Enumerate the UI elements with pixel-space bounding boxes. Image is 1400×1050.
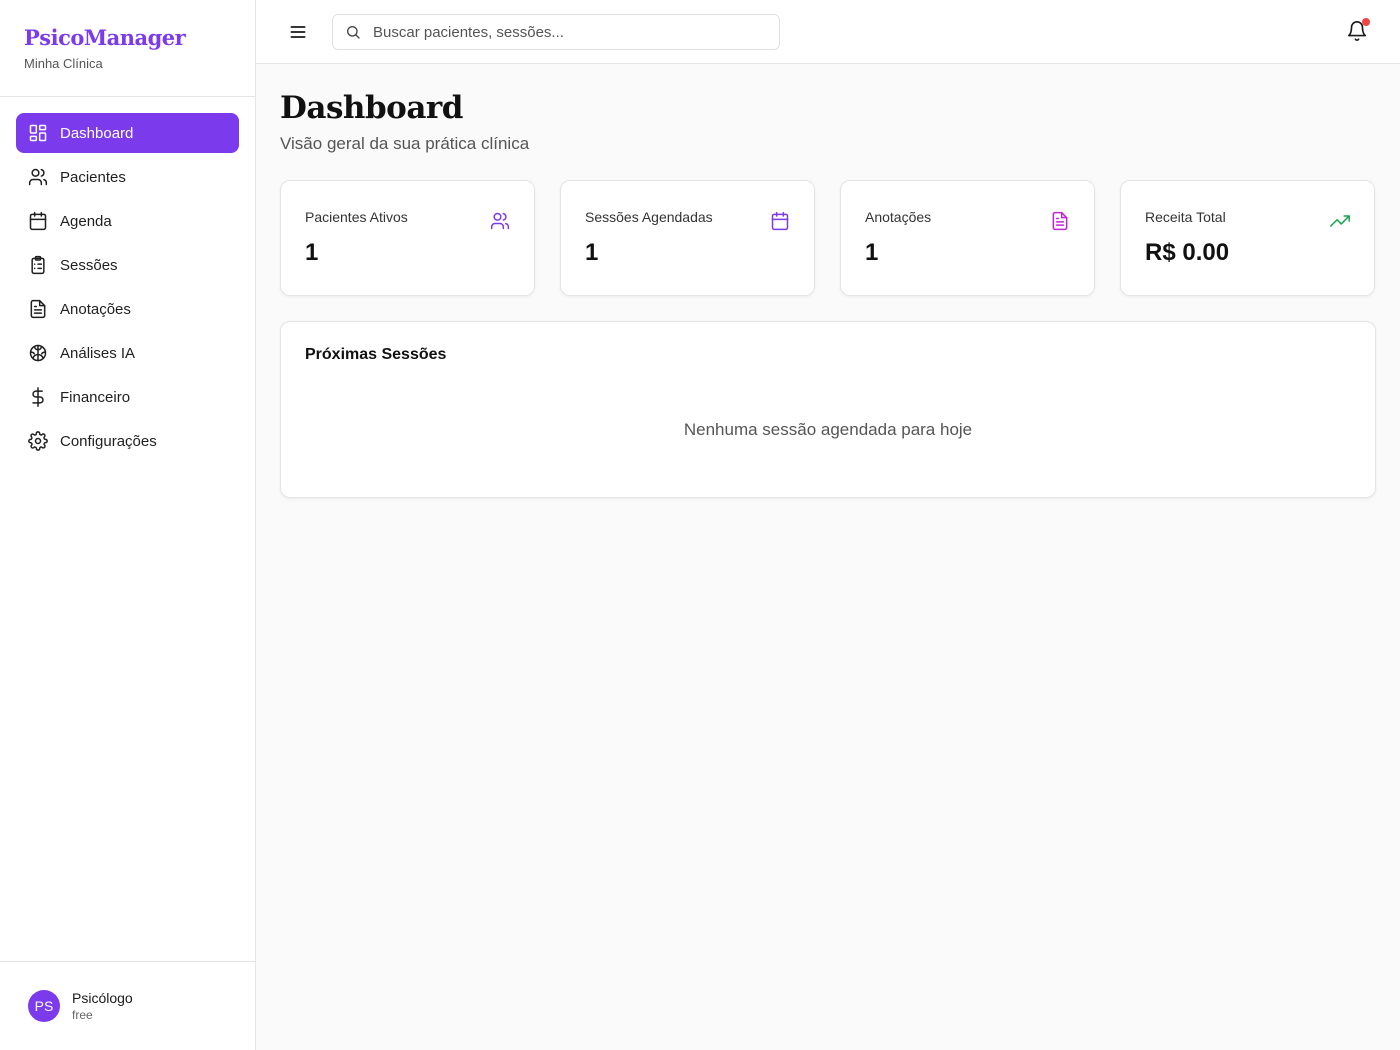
file-text-icon [28, 299, 48, 319]
layout-grid-icon [28, 123, 48, 143]
sidebar: PsicoManager Minha Clínica Dashboard Pac… [0, 0, 256, 1050]
stat-value: 1 [305, 239, 319, 266]
calendar-icon [770, 211, 790, 231]
stat-label: Receita Total [1145, 209, 1226, 225]
stat-label: Anotações [865, 209, 932, 225]
sidebar-nav: Dashboard Pacientes Agenda Sessões Anota… [0, 97, 255, 461]
sidebar-item-label: Agenda [60, 212, 112, 230]
settings-icon [28, 431, 48, 451]
calendar-icon [28, 211, 48, 231]
main-content: Dashboard Visão geral da sua prática clí… [280, 64, 1376, 498]
sidebar-item-dashboard[interactable]: Dashboard [16, 113, 239, 153]
sidebar-item-label: Configurações [60, 432, 157, 450]
file-text-icon [1050, 211, 1070, 231]
stats-row: Pacientes Ativos 1 Sessões Agendadas 1 A… [280, 180, 1376, 296]
brand: PsicoManager Minha Clínica [0, 0, 255, 97]
stat-value: 1 [865, 239, 879, 266]
stat-value: 1 [585, 239, 599, 266]
notification-dot [1362, 18, 1370, 26]
sidebar-item-financeiro[interactable]: Financeiro [16, 377, 239, 417]
notifications-button[interactable] [1346, 18, 1370, 44]
sidebar-item-label: Pacientes [60, 168, 126, 186]
users-icon [490, 211, 510, 231]
sidebar-item-label: Análises IA [60, 344, 136, 362]
stat-card-sessoes-agendadas: Sessões Agendadas 1 [560, 180, 815, 296]
brand-subtitle: Minha Clínica [24, 56, 103, 71]
empty-state-message: Nenhuma sessão agendada para hoje [683, 420, 973, 439]
sidebar-item-label: Dashboard [60, 124, 134, 142]
user-name: Psicólogo [72, 990, 133, 1006]
menu-toggle-button[interactable] [286, 20, 310, 44]
sidebar-item-label: Anotações [60, 300, 131, 318]
search-box[interactable] [332, 14, 780, 50]
brain-icon [28, 343, 48, 363]
brand-title[interactable]: PsicoManager [24, 24, 231, 52]
dollar-sign-icon [28, 387, 48, 407]
stat-value: R$ 0.00 [1145, 239, 1230, 266]
users-icon [28, 167, 48, 187]
sidebar-item-analises-ia[interactable]: Análises IA [16, 333, 239, 373]
sidebar-item-anotacoes[interactable]: Anotações [16, 289, 239, 329]
user-plan: free [72, 1008, 93, 1022]
stat-card-pacientes-ativos: Pacientes Ativos 1 [280, 180, 535, 296]
panel-title: Próximas Sessões [305, 346, 447, 363]
page-title: Dashboard [280, 90, 463, 126]
sidebar-item-label: Sessões [60, 256, 118, 274]
upcoming-sessions-panel: Próximas Sessões Nenhuma sessão agendada… [280, 321, 1376, 498]
clipboard-list-icon [28, 255, 48, 275]
sidebar-item-agenda[interactable]: Agenda [16, 201, 239, 241]
topbar [256, 0, 1400, 64]
user-profile[interactable]: PS Psicólogo free [0, 961, 255, 1050]
page-subtitle: Visão geral da sua prática clínica [280, 134, 530, 153]
trending-up-icon [1330, 211, 1350, 231]
search-icon [347, 26, 360, 39]
sidebar-item-pacientes[interactable]: Pacientes [16, 157, 239, 197]
stat-card-receita-total: Receita Total R$ 0.00 [1120, 180, 1375, 296]
avatar[interactable]: PS [28, 990, 60, 1022]
stat-label: Sessões Agendadas [585, 209, 713, 225]
stat-label: Pacientes Ativos [305, 209, 408, 225]
sidebar-item-sessoes[interactable]: Sessões [16, 245, 239, 285]
hamburger-icon [290, 26, 306, 38]
stat-card-anotacoes: Anotações 1 [840, 180, 1095, 296]
sidebar-item-label: Financeiro [60, 388, 131, 406]
search-input[interactable] [373, 23, 753, 41]
sidebar-item-configuracoes[interactable]: Configurações [16, 421, 239, 461]
user-info: Psicólogo free [72, 990, 133, 1022]
